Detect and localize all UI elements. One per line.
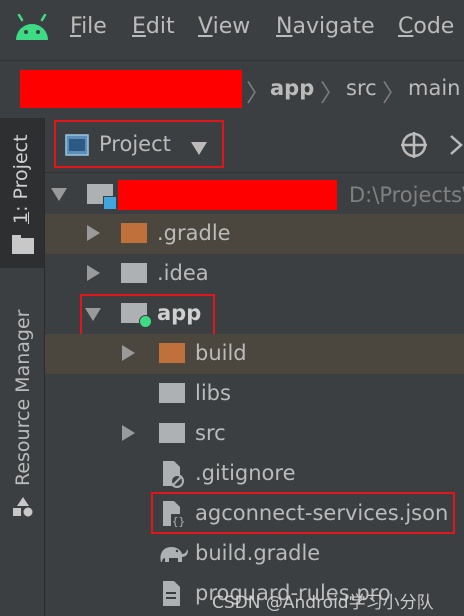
- breadcrumb-separator-icon: 〉: [246, 79, 270, 107]
- redacted-root-name: [118, 180, 337, 210]
- tree-row-root[interactable]: D:\Projects\: [45, 174, 464, 214]
- collapse-all-icon[interactable]: [449, 132, 464, 158]
- tree-label: src: [195, 421, 226, 445]
- ignore-file-icon: [163, 461, 184, 488]
- android-logo-icon: [16, 14, 48, 40]
- text-file-icon: [163, 581, 180, 606]
- tree-label: .gradle: [157, 221, 231, 245]
- tree-label: .idea: [157, 261, 209, 285]
- expand-arrow-icon: [51, 188, 67, 201]
- tree-row-idea[interactable]: .idea: [45, 254, 464, 294]
- app-highlight: [80, 294, 215, 336]
- menu-view[interactable]: View: [198, 14, 250, 39]
- tree-row-gradle[interactable]: .gradle: [45, 214, 464, 254]
- tree-row-gitignore[interactable]: .gitignore: [45, 454, 464, 494]
- tab-project[interactable]: 1: Project: [0, 118, 44, 268]
- excluded-folder-icon: [159, 343, 185, 363]
- folder-icon: [159, 383, 185, 403]
- folder-icon: [12, 238, 34, 254]
- root-path: D:\Projects\: [349, 183, 464, 207]
- menu-navigate[interactable]: Navigate: [276, 14, 375, 39]
- locate-target-icon[interactable]: [399, 130, 429, 160]
- folder-icon: [121, 263, 147, 283]
- tab-resource-manager-label: Resource Manager: [12, 309, 34, 486]
- module-badge-icon: [103, 196, 117, 210]
- expand-arrow-icon: [122, 345, 135, 361]
- excluded-folder-icon: [121, 223, 147, 243]
- tree-label: libs: [195, 381, 231, 405]
- folder-icon: [159, 423, 185, 443]
- tab-resource-manager[interactable]: Resource Manager: [0, 300, 44, 530]
- tree-row-src[interactable]: src: [45, 414, 464, 454]
- tree-label: build.gradle: [195, 541, 321, 565]
- redacted-project-name: [20, 70, 242, 108]
- gradle-elephant-icon: [160, 547, 188, 562]
- tree-row-build[interactable]: build: [45, 334, 464, 374]
- breadcrumb-item-main[interactable]: main: [408, 76, 460, 100]
- menu-file[interactable]: File: [70, 14, 107, 39]
- breadcrumb-item-src[interactable]: src: [346, 76, 377, 100]
- resource-manager-icon: [13, 497, 33, 517]
- folder-tab-icon: [12, 235, 21, 239]
- tree-label: build: [195, 341, 247, 365]
- breadcrumb-separator-icon: 〉: [382, 79, 406, 107]
- breadcrumb-separator-icon: 〉: [320, 79, 344, 107]
- expand-arrow-icon: [122, 425, 135, 441]
- view-selector-highlight: [54, 120, 224, 168]
- breadcrumb: 〉 app 〉 src 〉 main: [0, 60, 464, 120]
- breadcrumb-item-app[interactable]: app: [270, 76, 314, 100]
- menu-code[interactable]: Code: [398, 14, 454, 39]
- expand-arrow-icon: [87, 225, 100, 241]
- tab-project-label: 1: Project: [10, 134, 32, 224]
- tree-row-libs[interactable]: libs: [45, 374, 464, 414]
- expand-arrow-icon: [87, 265, 100, 281]
- agconnect-highlight: [151, 492, 455, 534]
- menu-edit[interactable]: Edit: [132, 14, 175, 39]
- menu-bar: File Edit View Navigate Code: [0, 0, 464, 60]
- watermark: CSDN @Android学习小分队: [212, 593, 434, 613]
- tree-label: .gitignore: [195, 461, 296, 485]
- tree-row-build-gradle[interactable]: build.gradle: [45, 534, 464, 574]
